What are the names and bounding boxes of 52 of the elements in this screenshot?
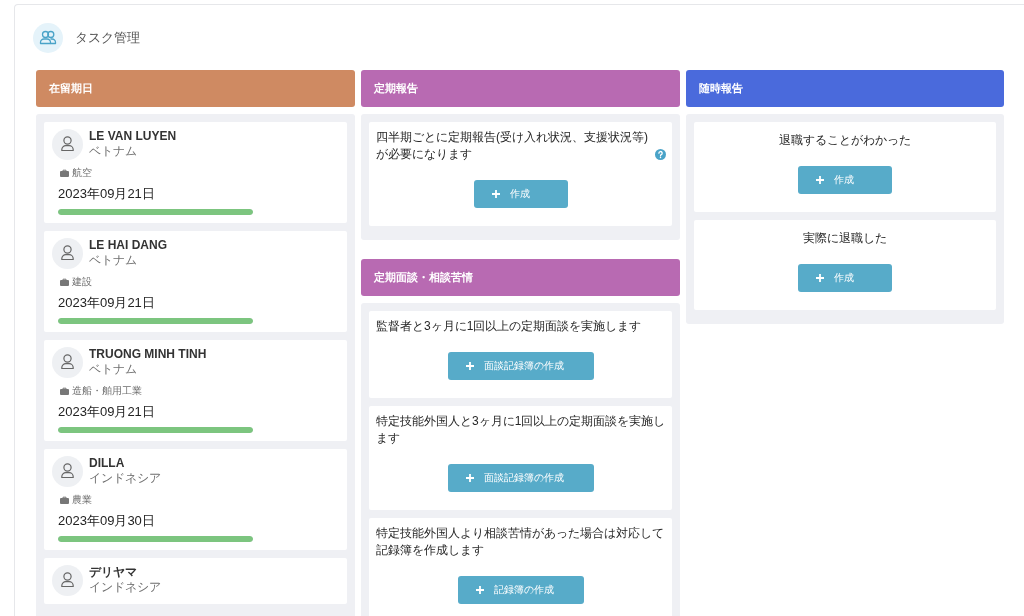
industry-label: 農業 (72, 494, 92, 506)
person-icon (52, 456, 83, 487)
worker-name: DILLA (89, 456, 125, 471)
briefcase-icon (60, 387, 69, 395)
worker-country: ベトナム (89, 144, 137, 159)
plus-icon (466, 474, 474, 482)
task-description: 実際に退職した (803, 230, 887, 247)
plus-icon (476, 586, 484, 594)
help-icon[interactable] (655, 149, 666, 160)
industry-label: 建設 (72, 276, 92, 288)
worker-name: LE VAN LUYEN (89, 129, 177, 144)
task-description: 監督者と3ヶ月に1回以上の定期面談を実施します (376, 318, 642, 335)
briefcase-icon (60, 278, 69, 286)
briefcase-icon (60, 496, 69, 504)
create-button[interactable]: 記録簿の作成 (458, 576, 584, 604)
task-description: 特定技能外国人より相談苦情があった場合は対応して記録簿を作成します (376, 525, 665, 559)
residence-date: 2023年09月30日 (58, 513, 155, 529)
plus-icon (466, 362, 474, 370)
page-title: タスク管理 (75, 29, 140, 47)
task-description: 特定技能外国人と3ヶ月に1回以上の定期面談を実施します (376, 413, 666, 447)
plus-icon (816, 274, 824, 282)
plus-icon (492, 190, 500, 198)
section-header: 随時報告 (686, 70, 1004, 107)
worker-country: インドネシア (89, 471, 161, 486)
worker-name: デリヤマ (89, 565, 137, 580)
task-description: 退職することがわかった (779, 132, 911, 149)
residence-date: 2023年09月21日 (58, 186, 155, 202)
worker-country: ベトナム (89, 253, 137, 268)
residence-date: 2023年09月21日 (58, 404, 155, 420)
worker-name: LE HAI DANG (89, 238, 167, 253)
create-button[interactable]: 作成 (474, 180, 568, 208)
person-icon (52, 347, 83, 378)
create-button[interactable]: 作成 (798, 264, 892, 292)
task-description: 四半期ごとに定期報告(受け入れ状況、支援状況等)が必要になります (376, 129, 649, 163)
person-icon (52, 565, 83, 596)
create-button[interactable]: 面談記録簿の作成 (448, 352, 594, 380)
plus-icon (816, 176, 824, 184)
section-header: 定期報告 (361, 70, 680, 107)
section-header: 定期面談・相談苦情 (361, 259, 680, 296)
create-button[interactable]: 面談記録簿の作成 (448, 464, 594, 492)
industry-label: 造船・舶用工業 (72, 385, 142, 397)
worker-country: ベトナム (89, 362, 137, 377)
briefcase-icon (60, 169, 69, 177)
create-button[interactable]: 作成 (798, 166, 892, 194)
person-icon (52, 129, 83, 160)
worker-country: インドネシア (89, 580, 161, 595)
person-icon (52, 238, 83, 269)
industry-label: 航空 (72, 167, 92, 179)
worker-name: TRUONG MINH TINH (89, 347, 207, 362)
section-header: 在留期日 (36, 70, 355, 107)
people-icon (33, 23, 63, 53)
residence-date: 2023年09月21日 (58, 295, 155, 311)
